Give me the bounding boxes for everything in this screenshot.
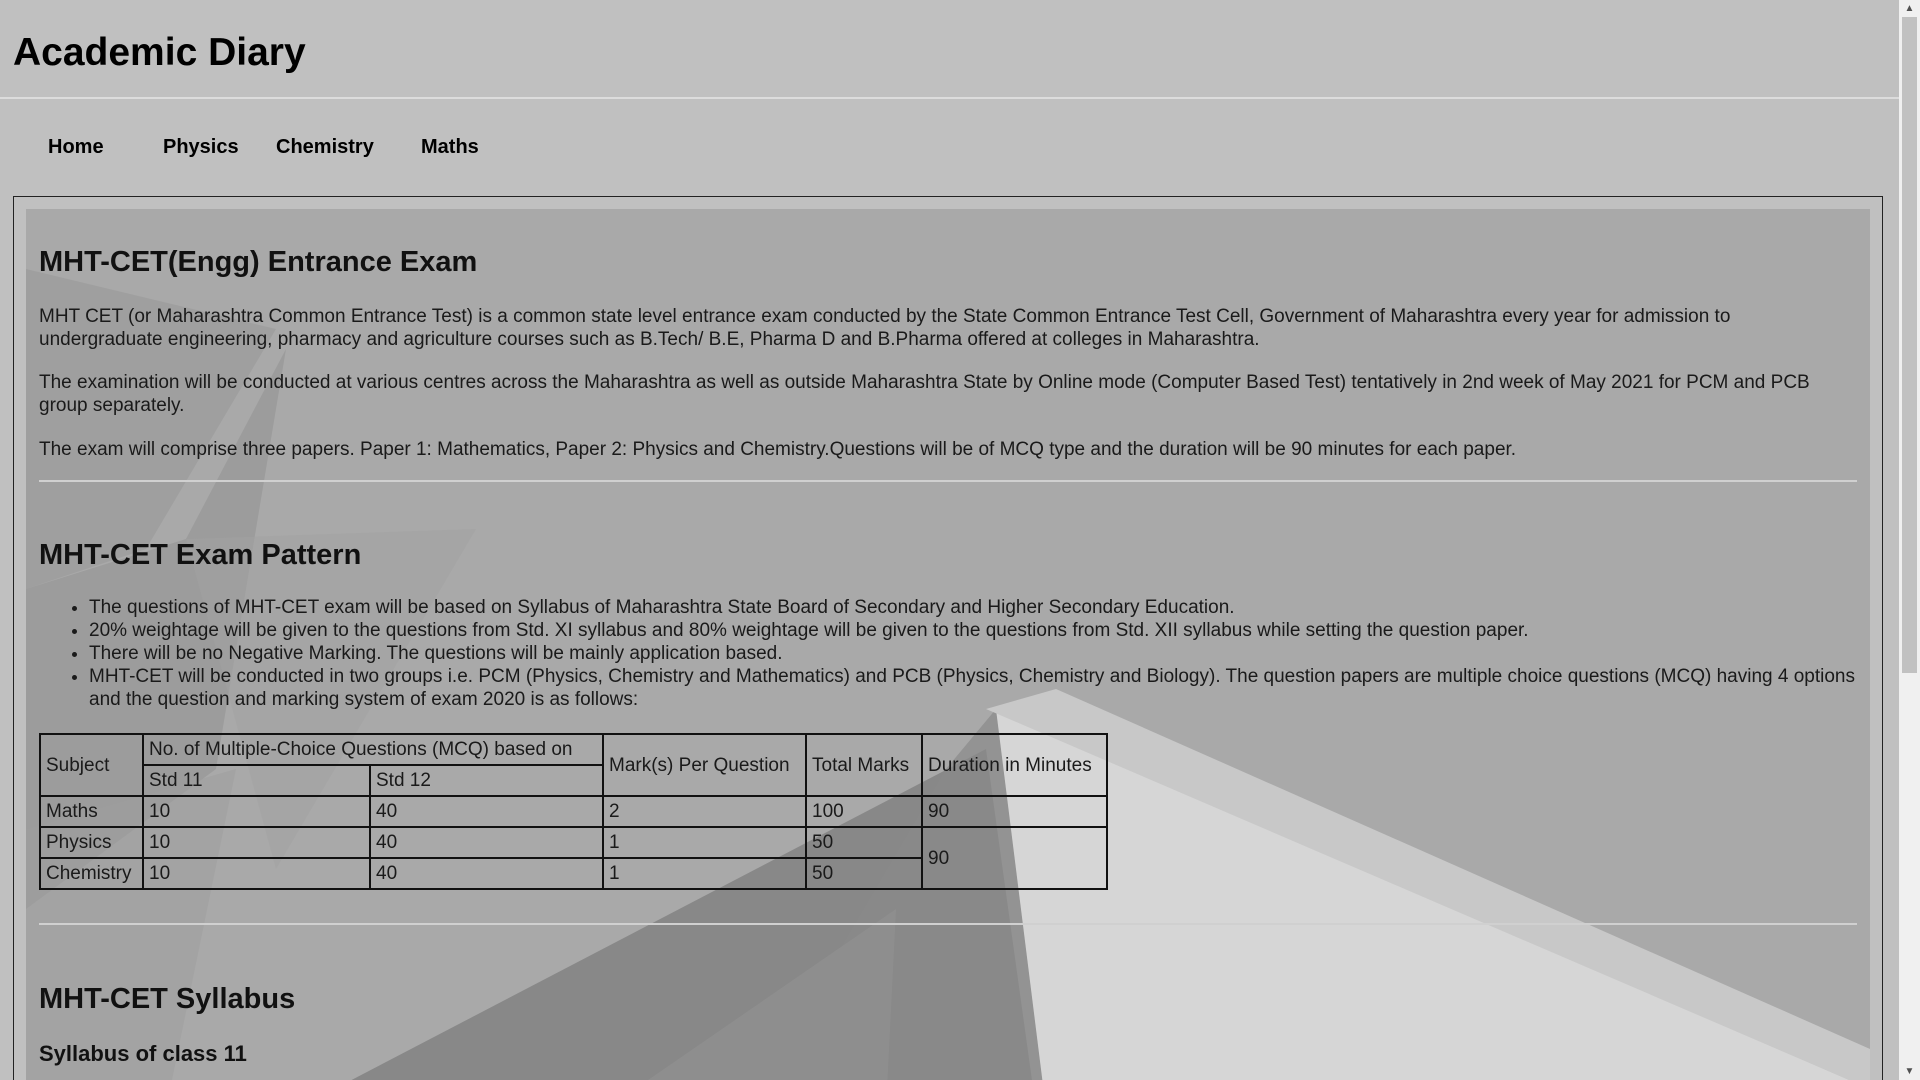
table-cell: 40	[369, 826, 604, 859]
nav-item-home[interactable]: Home	[48, 135, 104, 159]
table-cell: Chemistry	[39, 857, 144, 890]
vertical-scrollbar[interactable]: ▲ ▼	[1899, 0, 1920, 1080]
paragraph-papers: The exam will comprise three papers. Pap…	[39, 439, 1517, 460]
table-cell: Maths	[39, 795, 144, 828]
main-nav: Home Physics Chemistry Maths	[0, 99, 1899, 196]
table-cell: 50	[805, 857, 923, 890]
browser-viewport: Academic Diary Home Physics Chemistry Ma…	[0, 0, 1920, 1080]
divider	[39, 923, 1857, 925]
table-row: Physics 10 40 1 50 90	[39, 826, 1108, 890]
table-header-marks-per-question: Mark(s) Per Question	[602, 733, 807, 797]
table-cell: Physics	[39, 826, 144, 859]
scrollbar-thumb[interactable]	[1902, 17, 1917, 673]
table-header-subject: Subject	[39, 733, 144, 797]
table-header-duration: Duration in Minutes	[921, 733, 1108, 797]
table-cell: 90	[921, 795, 1108, 828]
content-frame: MHT-CET(Engg) Entrance Exam MHT CET (or …	[13, 196, 1883, 1080]
scroll-down-icon[interactable]: ▼	[1899, 1063, 1920, 1080]
list-item: 20% weightage will be given to the quest…	[89, 619, 1857, 642]
table-header-std12: Std 12	[369, 764, 604, 797]
nav-item-maths[interactable]: Maths	[421, 135, 479, 159]
paragraph-intro: MHT CET (or Maharashtra Common Entrance …	[39, 306, 1731, 350]
exam-pattern-table: Subject No. of Multiple-Choice Questions…	[39, 733, 1108, 890]
section-title-entrance-exam: MHT-CET(Engg) Entrance Exam	[39, 246, 478, 278]
content-panel: MHT-CET(Engg) Entrance Exam MHT CET (or …	[26, 209, 1870, 1080]
table-cell: 10	[142, 826, 371, 859]
site-title: Academic Diary	[13, 31, 306, 74]
subsection-title-class-11: Syllabus of class 11	[39, 1041, 247, 1066]
table-cell: 10	[142, 857, 371, 890]
divider	[39, 480, 1857, 482]
site-header: Academic Diary	[0, 0, 1899, 99]
table-header-mcq: No. of Multiple-Choice Questions (MCQ) b…	[142, 733, 604, 766]
table-header-row: Subject No. of Multiple-Choice Questions…	[39, 733, 1108, 797]
list-item: The questions of MHT-CET exam will be ba…	[89, 596, 1857, 619]
table-cell: 40	[369, 857, 604, 890]
table-row: Maths 10 40 2 100 90	[39, 795, 1108, 828]
paragraph-centres: The examination will be conducted at var…	[39, 372, 1810, 416]
list-item: There will be no Negative Marking. The q…	[89, 642, 1857, 665]
scroll-up-icon[interactable]: ▲	[1899, 0, 1920, 17]
table-cell: 2	[602, 795, 807, 828]
table-cell: 40	[369, 795, 604, 828]
list-item: MHT-CET will be conducted in two groups …	[89, 665, 1857, 711]
table-cell: 10	[142, 795, 371, 828]
table-cell: 100	[805, 795, 923, 828]
section-title-exam-pattern: MHT-CET Exam Pattern	[39, 539, 362, 571]
table-header-total-marks: Total Marks	[805, 733, 923, 797]
nav-item-chemistry[interactable]: Chemistry	[276, 135, 374, 159]
table-cell: 50	[805, 826, 923, 859]
table-cell: 90	[921, 826, 1108, 890]
page: Academic Diary Home Physics Chemistry Ma…	[0, 0, 1899, 1080]
table-header-std11: Std 11	[142, 764, 371, 797]
table-cell: 1	[602, 857, 807, 890]
section-title-syllabus: MHT-CET Syllabus	[39, 983, 296, 1015]
nav-item-physics[interactable]: Physics	[163, 135, 239, 159]
table-cell: 1	[602, 826, 807, 859]
exam-pattern-list: The questions of MHT-CET exam will be ba…	[39, 596, 1857, 711]
